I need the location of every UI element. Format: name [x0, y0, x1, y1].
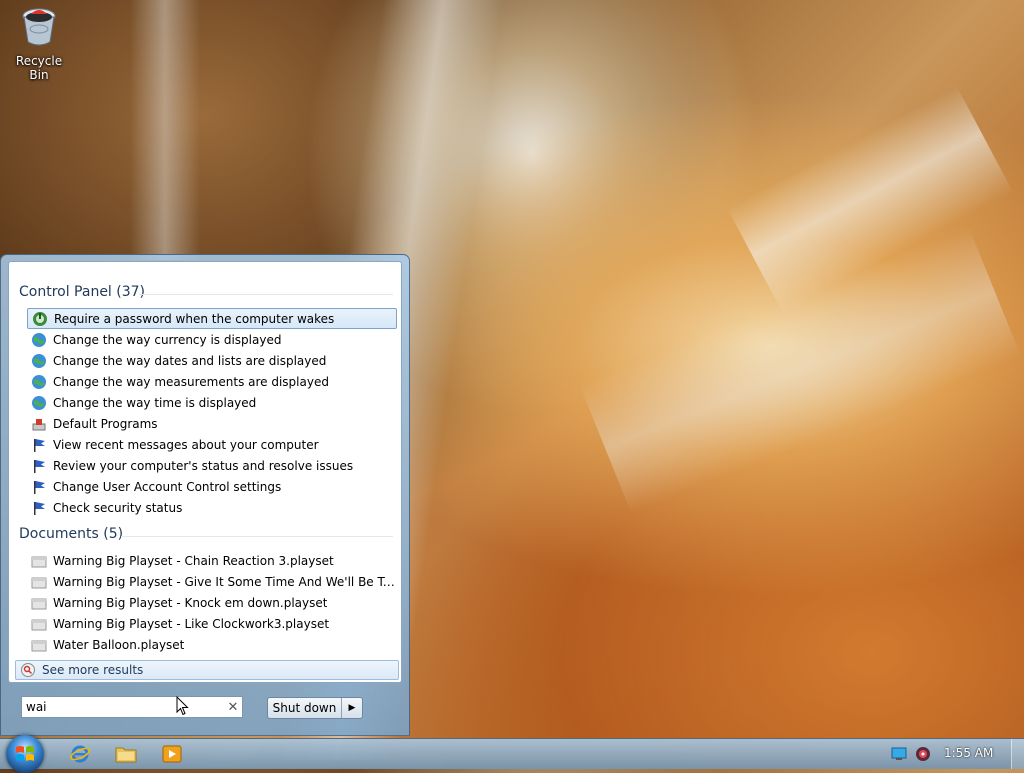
search-input[interactable] [22, 698, 224, 716]
group-title-documents[interactable]: Documents (5) [19, 526, 123, 542]
action-center-flag-icon [31, 458, 47, 474]
action-center-flag-icon [31, 500, 47, 516]
result-item-document[interactable]: Water Balloon.playset [27, 634, 397, 655]
start-button[interactable] [6, 735, 44, 773]
wallpaper-highlight [130, 0, 200, 260]
group-divider [121, 536, 393, 537]
taskbar-clock[interactable]: 1:55 AM [944, 746, 993, 760]
internet-explorer-icon [70, 745, 90, 763]
default-programs-icon [31, 416, 47, 432]
result-item-document[interactable]: Warning Big Playset - Give It Some Time … [27, 571, 397, 592]
speaker-icon[interactable] [915, 746, 931, 762]
search-results-panel: Control Panel (37) Require a password wh… [8, 261, 402, 683]
recycle-bin-icon [17, 4, 61, 48]
start-menu: Control Panel (37) Require a password wh… [0, 254, 410, 736]
result-item-measurements[interactable]: Change the way measurements are displaye… [27, 371, 397, 392]
shutdown-button[interactable]: Shut down [268, 698, 342, 718]
media-player-icon [162, 745, 182, 763]
taskbar: 1:55 AM [0, 735, 1024, 773]
result-item-document[interactable]: Warning Big Playset - Knock em down.play… [27, 592, 397, 613]
folder-icon [115, 747, 137, 763]
region-globe-icon [31, 332, 47, 348]
power-options-icon [32, 311, 48, 327]
see-more-results-button[interactable]: See more results [15, 660, 399, 680]
show-desktop-button[interactable] [1011, 739, 1024, 769]
result-item-currency[interactable]: Change the way currency is displayed [27, 329, 397, 350]
wallpaper-highlight [579, 226, 1021, 514]
region-globe-icon [31, 395, 47, 411]
result-item-uac-settings[interactable]: Change User Account Control settings [27, 476, 397, 497]
result-item-default-programs[interactable]: Default Programs [27, 413, 397, 434]
region-globe-icon [31, 374, 47, 390]
taskbar-internet-explorer[interactable] [62, 742, 98, 766]
taskbar-media-player[interactable] [154, 742, 190, 766]
mouse-cursor-icon [176, 695, 190, 720]
start-search-field[interactable]: ✕ [21, 696, 243, 718]
document-icon [31, 616, 47, 632]
document-icon [31, 553, 47, 569]
search-icon [20, 662, 36, 678]
triangle-right-icon[interactable]: ▶ [342, 703, 362, 713]
desktop-icon-recycle-bin[interactable]: Recycle Bin [6, 4, 72, 82]
group-divider [139, 294, 393, 295]
action-center-flag-icon [31, 479, 47, 495]
result-item-dates-lists[interactable]: Change the way dates and lists are displ… [27, 350, 397, 371]
document-icon [31, 574, 47, 590]
result-item-document[interactable]: Warning Big Playset - Chain Reaction 3.p… [27, 550, 397, 571]
document-icon [31, 595, 47, 611]
wallpaper-highlight [727, 85, 1013, 315]
taskbar-windows-explorer[interactable] [108, 742, 144, 766]
shutdown-button-group: Shut down ▶ [267, 697, 363, 719]
document-icon [31, 637, 47, 653]
clear-icon[interactable]: ✕ [224, 700, 242, 715]
result-item-document[interactable]: Warning Big Playset - Like Clockwork3.pl… [27, 613, 397, 634]
group-title-control-panel[interactable]: Control Panel (37) [19, 284, 145, 300]
action-center-flag-icon [31, 437, 47, 453]
result-item-recent-messages[interactable]: View recent messages about your computer [27, 434, 397, 455]
result-item-security-status[interactable]: Check security status [27, 497, 397, 518]
result-item-review-status[interactable]: Review your computer's status and resolv… [27, 455, 397, 476]
result-item-require-password[interactable]: Require a password when the computer wak… [27, 308, 397, 329]
desktop-icon-label: Recycle Bin [15, 54, 63, 82]
monitor-icon[interactable] [891, 746, 907, 762]
region-globe-icon [31, 353, 47, 369]
result-item-time[interactable]: Change the way time is displayed [27, 392, 397, 413]
windows-logo-icon [16, 746, 34, 761]
